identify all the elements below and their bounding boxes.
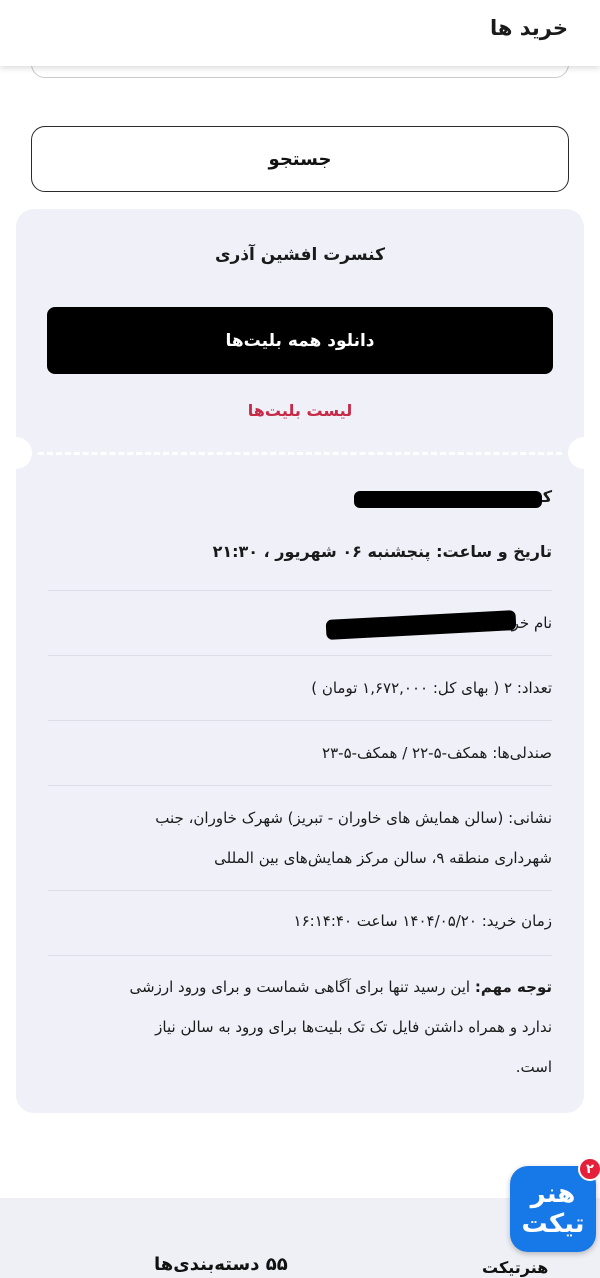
seats-label: صندلی‌ها: [492, 744, 552, 762]
purchase-time-row: زمان خرید: ۱۴۰۴/۰۵/۲۰ ساعت ۱۶:۱۴:۴۰ [46, 901, 552, 941]
notice-row-cont: است. [46, 1048, 552, 1086]
ticket-perforation [38, 452, 562, 455]
search-button[interactable]: جستجو [31, 126, 569, 192]
app-header: خرید ها [0, 0, 600, 66]
divider [48, 785, 552, 786]
seats-row: صندلی‌ها: همکف-۵-۲۲ / همکف-۵-۲۳ [46, 733, 552, 773]
ticket-list-link[interactable]: لیست بلیت‌ها [16, 401, 584, 420]
notification-badge: ۲ [578, 1157, 600, 1181]
ticket-notch-right [568, 437, 584, 469]
notice-line1: این رسید تنها برای آگاهی شماست و برای ور… [129, 978, 471, 996]
seats-value: همکف-۵-۲۲ / همکف-۵-۲۳ [322, 744, 488, 762]
ticket-notch-left [16, 437, 32, 469]
address-label: نشانی: [508, 809, 552, 827]
notice-label: توجه مهم: [474, 978, 552, 996]
divider [48, 955, 552, 956]
address-line2: شهرداری منطقه ۹، سالن مرکز همایش‌های بین… [214, 849, 552, 867]
divider [48, 720, 552, 721]
notice-row-cont: ندارد و همراه داشتن فایل تک تک بلیت‌ها ب… [46, 1008, 552, 1046]
address-row: نشانی: (سالن همایش های خاوران - تبریز) ش… [46, 798, 552, 838]
datetime-row: تاریخ و ساعت: پنجشنبه ۰۶ شهریور ، ۲۱:۳۰ [46, 532, 552, 572]
divider [48, 655, 552, 656]
event-title: کنسرت افشین آذری [214, 245, 386, 265]
page-title: خرید ها [490, 16, 568, 40]
divider [48, 590, 552, 591]
purchase-time-value: ۱۴۰۴/۰۵/۲۰ ساعت ۱۶:۱۴:۴۰ [293, 912, 477, 930]
divider [48, 890, 552, 891]
download-all-tickets-button[interactable]: دانلود همه بلیت‌ها [47, 307, 553, 374]
notice-line2: ندارد و همراه داشتن فایل تک تک بلیت‌ها ب… [155, 1018, 552, 1036]
address-line1: (سالن همایش های خاوران - تبریز) شهرک خاو… [155, 809, 504, 827]
ticket-count-value: ۲ ( بهای کل: ۱,۶۷۲,۰۰۰ تومان ) [311, 679, 513, 697]
ticket-count-label: تعداد: [516, 679, 552, 697]
redacted-tracking-code [354, 491, 542, 508]
floating-logo-line1: هنر [530, 1179, 576, 1209]
datetime-value: پنجشنبه ۰۶ شهریور ، ۲۱:۳۰ [212, 542, 431, 561]
purchase-time-label: زمان خرید: [481, 912, 552, 930]
ticket-card: کنسرت افشین آذری دانلود همه بلیت‌ها لیست… [16, 209, 584, 1113]
address-row-cont: شهرداری منطقه ۹، سالن مرکز همایش‌های بین… [46, 838, 552, 878]
floating-logo-line2: تیکت [521, 1209, 585, 1239]
ticket-count-row: تعداد: ۲ ( بهای کل: ۱,۶۷۲,۰۰۰ تومان ) [46, 668, 552, 708]
footer-categories-link[interactable]: ۵۵ دسته‌بندی‌ها [154, 1254, 288, 1275]
datetime-label: تاریخ و ساعت: [436, 542, 552, 561]
footer-categories-label: دسته‌بندی‌ها [154, 1254, 260, 1275]
footer-categories-count: ۵۵ [265, 1254, 288, 1275]
footer-logo: هنرتیکت [482, 1258, 549, 1277]
notice-row: توجه مهم: این رسید تنها برای آگاهی شماست… [46, 968, 552, 1006]
notice-line3: است. [515, 1058, 552, 1076]
